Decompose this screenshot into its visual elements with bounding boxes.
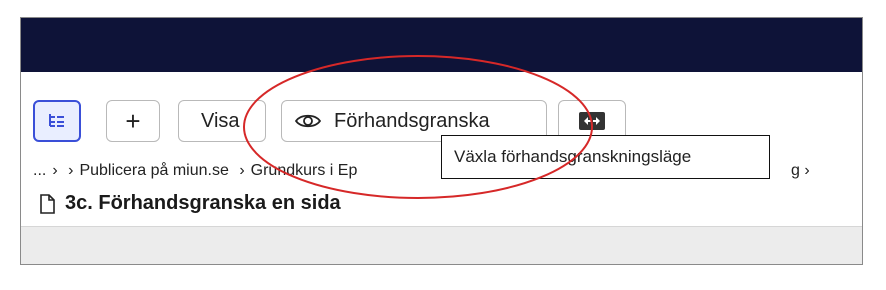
tree-view-icon <box>49 114 64 127</box>
split-arrows-icon <box>579 112 605 130</box>
tooltip-text: Växla förhandsgranskningsläge <box>454 147 692 166</box>
add-button[interactable]: + <box>106 100 160 142</box>
breadcrumb-separator: › <box>804 162 810 179</box>
breadcrumb-separator: › <box>52 162 58 179</box>
visa-button[interactable]: Visa <box>178 100 266 142</box>
document-icon <box>40 193 55 214</box>
breadcrumb: ... › › Publicera på miun.se › Grundkurs i … <box>33 162 363 180</box>
breadcrumb-item-grundkurs[interactable]: Grundkurs i Ep <box>251 162 358 179</box>
tree-view-button[interactable] <box>33 100 81 142</box>
page-title-row: 3c. Förhandsgranska en sida <box>39 192 341 215</box>
eye-icon <box>294 114 322 128</box>
breadcrumb-ellipsis[interactable]: ... <box>33 162 46 179</box>
plus-icon: + <box>125 105 141 136</box>
page-title: 3c. Förhandsgranska en sida <box>65 192 341 214</box>
content-area-bar <box>21 226 862 264</box>
breadcrumb-trailing: g › <box>791 162 810 180</box>
breadcrumb-separator: › <box>239 162 245 179</box>
breadcrumb-separator: › <box>68 162 74 179</box>
top-header-bar <box>21 18 862 72</box>
visa-label: Visa <box>201 109 240 132</box>
breadcrumb-trailing-text[interactable]: g <box>791 162 800 179</box>
tooltip: Växla förhandsgranskningsläge <box>441 135 770 179</box>
preview-label: Förhandsgranska <box>334 109 490 132</box>
breadcrumb-item-publicera[interactable]: Publicera på miun.se <box>79 162 228 179</box>
